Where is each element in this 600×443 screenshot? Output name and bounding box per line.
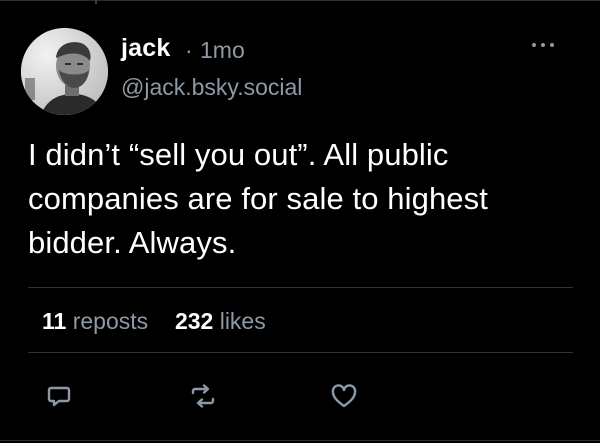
likes-stat[interactable]: 232 likes [175, 308, 266, 334]
post-timestamp[interactable]: 1mo [200, 35, 245, 65]
avatar[interactable] [21, 28, 108, 115]
reply-button[interactable] [43, 380, 75, 412]
heart-icon [331, 384, 357, 408]
author-handle[interactable]: @jack.bsky.social [121, 72, 302, 102]
ellipsis-icon-dot-1 [532, 43, 536, 47]
post-text: I didn’t “sell you out”. All public comp… [28, 137, 488, 260]
ellipsis-icon-dot-3 [550, 43, 554, 47]
reposts-label: reposts [72, 308, 149, 334]
top-divider-notch [95, 0, 97, 4]
like-button[interactable] [328, 380, 360, 412]
post-stats: 11 reposts 232 likes [42, 306, 266, 336]
avatar-photo-icon [21, 28, 108, 115]
more-options-button[interactable] [530, 35, 556, 55]
reposts-count: 11 [42, 308, 67, 334]
repost-button[interactable] [187, 380, 219, 412]
ellipsis-icon-dot-2 [541, 43, 545, 47]
top-divider [0, 0, 600, 1]
likes-label: likes [219, 308, 266, 334]
likes-count: 232 [174, 308, 214, 334]
author-display-name[interactable]: jack [121, 33, 170, 63]
meta-separator: · [185, 37, 193, 63]
repost-arrows-icon [191, 384, 215, 408]
reposts-stat[interactable]: 11 reposts [42, 308, 155, 334]
stats-divider-bottom [28, 352, 573, 353]
stats-divider-top [28, 287, 573, 288]
bottom-divider [0, 440, 600, 441]
speech-bubble-icon [47, 386, 71, 407]
